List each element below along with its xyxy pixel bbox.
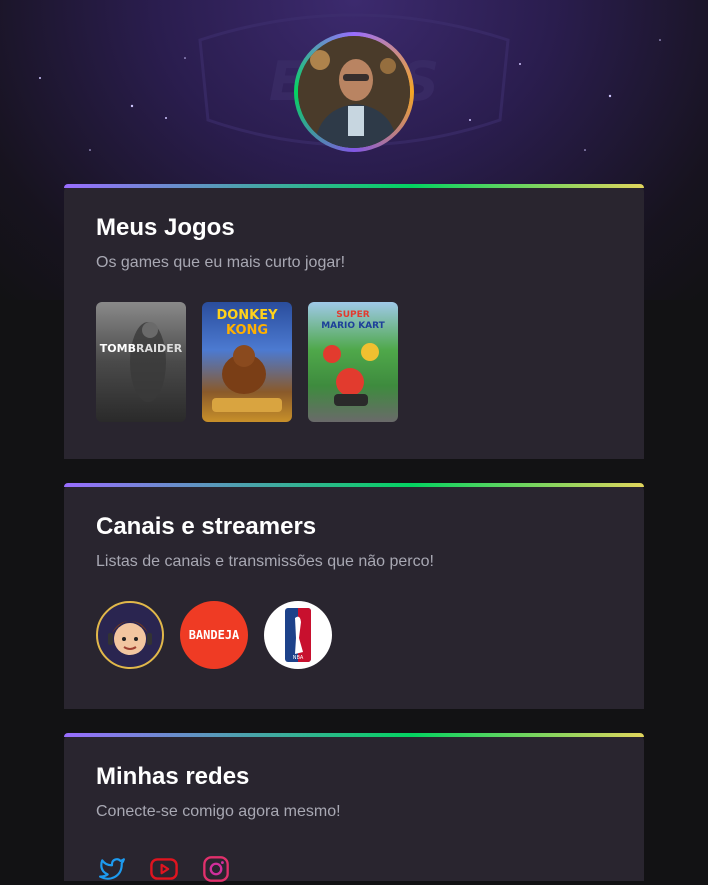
social-title: Minhas redes [96, 763, 250, 790]
streamer-cartoon-icon [108, 621, 152, 655]
game-cover-tomb-raider[interactable]: TOMBRAIDER [96, 302, 186, 422]
bandeja-logo-text: BANDEJA [188, 628, 240, 642]
instagram-icon [203, 856, 229, 882]
nba-logo-label: NBA [293, 655, 304, 661]
nba-logo-icon: NBA [285, 608, 311, 662]
channel-streamer-avatar[interactable] [96, 601, 164, 669]
twitter-link[interactable] [96, 853, 128, 885]
youtube-link[interactable] [148, 853, 180, 885]
channels-subtitle: Listas de canais e transmissões que não … [96, 553, 434, 570]
profile-avatar-ring [294, 32, 414, 152]
channels-list: BANDEJA NBA [96, 601, 612, 669]
channels-card: Canais e streamers Listas de canais e tr… [64, 483, 644, 709]
channel-nba[interactable]: NBA [264, 601, 332, 669]
social-links [96, 853, 612, 885]
profile-avatar [298, 36, 410, 148]
person-photo-icon [298, 36, 410, 148]
channels-title: Canais e streamers [96, 513, 317, 540]
instagram-link[interactable] [200, 853, 232, 885]
games-list: TOMBRAIDER DONKEY KONG SUPER MARIO KART [96, 302, 612, 422]
youtube-icon [150, 858, 178, 880]
social-card: Minhas redes Conecte-se comigo agora mes… [64, 733, 644, 882]
game-cover-text: DONKEY KONG [216, 308, 278, 338]
channel-bandeja[interactable]: BANDEJA [180, 601, 248, 669]
game-cover-super-mario-kart[interactable]: SUPER MARIO KART [308, 302, 398, 422]
game-cover-text: TOMBRAIDER [99, 342, 183, 355]
games-subtitle: Os games que eu mais curto jogar! [96, 254, 346, 271]
games-card: Meus Jogos Os games que eu mais curto jo… [64, 184, 644, 459]
tomb-raider-art-icon [130, 322, 166, 402]
game-cover-text: SUPER MARIO KART [321, 310, 385, 331]
game-cover-donkey-kong[interactable]: DONKEY KONG [202, 302, 292, 422]
twitter-icon [99, 858, 125, 880]
games-title: Meus Jogos [96, 214, 235, 241]
social-subtitle: Conecte-se comigo agora mesmo! [96, 803, 341, 820]
